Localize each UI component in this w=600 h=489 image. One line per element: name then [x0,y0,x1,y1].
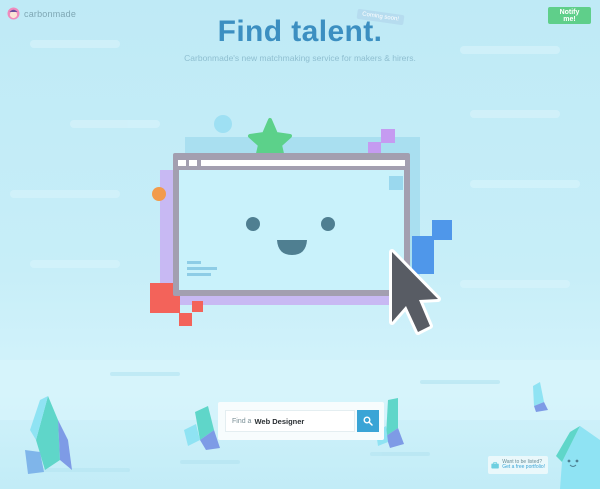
red-square-a [150,283,180,313]
get-listed-card[interactable]: Want to be listed? Get a free portfolio! [488,456,548,474]
purple-panel [160,170,410,305]
free-portfolio-link[interactable]: Get a free portfolio! [502,464,545,470]
circle-decoration [214,115,232,133]
page-title: Find talent. [217,15,383,48]
browser-window-illustration [173,153,410,296]
briefcase-icon [491,461,499,468]
search-icon [363,416,373,426]
page-subtitle: Carbonmade's new matchmaking service for… [184,53,416,63]
search-value[interactable]: Web Designer [254,417,304,426]
crystal-small-right [533,382,548,412]
cursor-arrow-icon [389,249,441,335]
search-input[interactable]: Find a Web Designer [225,410,355,432]
blue-square-a [432,220,452,240]
orange-dot [152,187,166,201]
background-clouds [10,40,580,288]
red-square-b [179,313,192,326]
red-square-c [192,301,203,312]
blue-square-b [412,236,434,274]
crystal-cluster-center-left [184,406,220,450]
search-button[interactable] [357,410,379,432]
crystal-cluster-left [25,396,72,474]
purple-square-b [368,142,381,155]
search-prefix-label: Find a [232,417,252,425]
back-panel [185,137,420,277]
purple-square-a [381,129,395,143]
star-icon [248,118,292,160]
crystal-character-right [556,426,600,489]
